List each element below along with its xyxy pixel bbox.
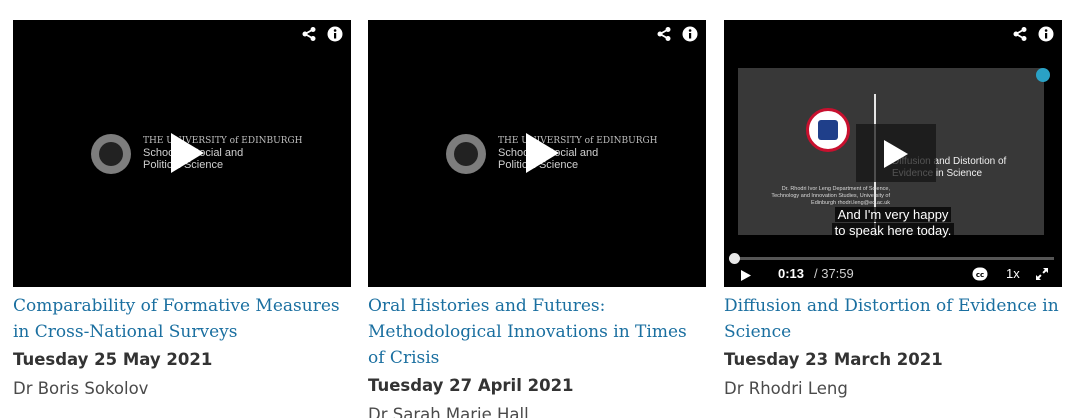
video-speaker: Dr Boris Sokolov [13, 379, 149, 398]
video-card: THE UNIVERSITY of EDINBURGH School of So… [368, 20, 706, 418]
share-icon[interactable] [656, 26, 672, 42]
video-date: Tuesday 25 May 2021 [13, 350, 213, 369]
svg-text:cc: cc [976, 271, 984, 279]
playback-speed-button[interactable]: 1x [1006, 266, 1020, 281]
current-time: 0:13 [778, 266, 805, 281]
slide-accent-dot [1036, 68, 1050, 82]
slide-author: Dr. Rhodri Ivor Leng Department of Scien… [771, 186, 890, 206]
video-player[interactable]: THE UNIVERSITY of EDINBURGH School of So… [13, 20, 351, 287]
info-icon[interactable] [1038, 26, 1054, 42]
play-button[interactable] [856, 124, 936, 182]
play-icon[interactable] [167, 130, 207, 176]
subtitle-line: to speak here today. [724, 223, 1062, 238]
video-title-link[interactable]: Diffusion and Distortion of Evidence in … [724, 293, 1062, 345]
video-title-link[interactable]: Oral Histories and Futures: Methodologic… [368, 293, 706, 371]
video-date: Tuesday 27 April 2021 [368, 376, 574, 395]
video-title-link[interactable]: Comparability of Formative Measures in C… [13, 293, 351, 345]
player-corner-icons [1012, 26, 1054, 42]
share-icon[interactable] [301, 26, 317, 42]
fullscreen-icon[interactable] [1035, 267, 1049, 281]
info-icon[interactable] [327, 26, 343, 42]
share-icon[interactable] [1012, 26, 1028, 42]
player-controls: 0:13 / 37:59 cc 1x [724, 261, 1062, 287]
info-icon[interactable] [682, 26, 698, 42]
video-player[interactable]: THE UNIVERSITY of EDINBURGH School of So… [368, 20, 706, 287]
university-crest-logo [806, 108, 850, 152]
subtitle-text-2: to speak here today. [831, 223, 955, 238]
video-player[interactable]: Diffusion and Distortion of Evidence in … [724, 20, 1062, 287]
video-speaker: Dr Sarah Marie Hall [368, 405, 529, 418]
subtitle-line: And I'm very happy [724, 207, 1062, 222]
player-corner-icons [301, 26, 343, 42]
subtitle-text-1: And I'm very happy [834, 207, 952, 222]
play-icon [884, 140, 908, 168]
closed-captions-icon[interactable]: cc [972, 267, 988, 281]
total-time: / 37:59 [814, 266, 854, 281]
video-date: Tuesday 23 March 2021 [724, 350, 943, 369]
player-corner-icons [656, 26, 698, 42]
university-crest-logo [91, 134, 131, 174]
play-icon[interactable] [522, 130, 562, 176]
play-icon[interactable] [740, 269, 752, 282]
video-speaker: Dr Rhodri Leng [724, 379, 848, 398]
video-card: THE UNIVERSITY of EDINBURGH School of So… [13, 20, 351, 402]
progress-bar[interactable] [728, 253, 1054, 264]
university-crest-logo [446, 134, 486, 174]
video-card: Diffusion and Distortion of Evidence in … [724, 20, 1062, 402]
